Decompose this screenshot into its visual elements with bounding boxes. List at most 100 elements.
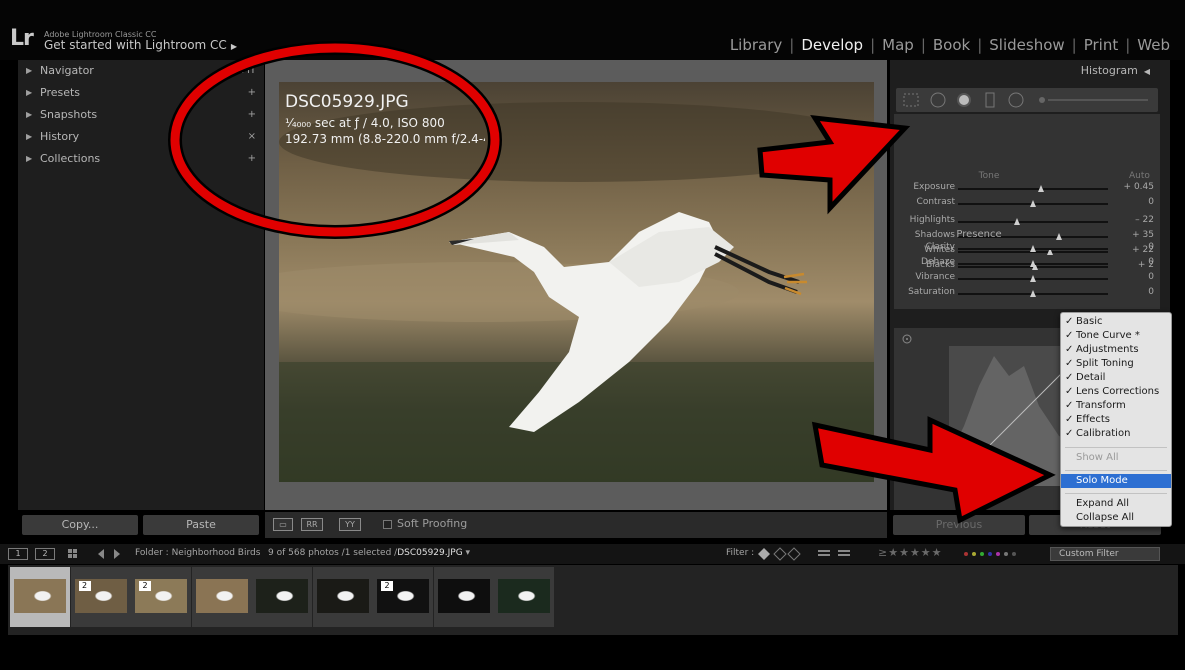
left-panel-snapshots[interactable]: ▶ Snapshots + xyxy=(18,104,264,126)
module-book[interactable]: Book xyxy=(926,36,977,54)
left-panel-presets[interactable]: ▶ Presets + xyxy=(18,82,264,104)
panel-action-icon[interactable]: + xyxy=(248,104,256,126)
panel-action-icon[interactable]: FIT xyxy=(241,60,256,82)
left-panel-collections[interactable]: ▶ Collections + xyxy=(18,148,264,170)
image-area: DSC05929.JPG ¹⁄₄₀₀₀ sec at ƒ / 4.0, ISO … xyxy=(265,60,887,510)
slider-clarity[interactable]: Clarity 0 xyxy=(894,242,1160,257)
color-label-filter[interactable] xyxy=(960,547,1040,561)
menu-item-expand-all[interactable]: Expand All xyxy=(1061,497,1171,511)
slider-thumb[interactable] xyxy=(1030,200,1036,207)
panel-action-icon[interactable]: + xyxy=(248,148,256,170)
filmstrip-thumbnail[interactable] xyxy=(191,567,252,627)
module-slideshow[interactable]: Slideshow xyxy=(982,36,1071,54)
stack-badge: 2 xyxy=(139,581,151,591)
panel-action-icon[interactable]: × xyxy=(248,126,256,148)
before-after-swap-icon[interactable]: YY xyxy=(339,518,361,531)
slider-track[interactable] xyxy=(958,185,1108,192)
slider-value[interactable]: 0 xyxy=(1116,197,1154,207)
slider-thumb[interactable] xyxy=(1030,260,1036,267)
checkmark-icon: ✓ xyxy=(1065,358,1074,369)
filmstrip-thumbnail[interactable]: 2 xyxy=(131,567,191,627)
slider-track[interactable] xyxy=(958,245,1108,252)
filter-flag-icons[interactable] xyxy=(756,547,886,561)
checkmark-icon: ✓ xyxy=(1065,372,1074,383)
info-overlay: DSC05929.JPG ¹⁄₄₀₀₀ sec at ƒ / 4.0, ISO … xyxy=(285,92,485,146)
filmstrip-thumbnail[interactable] xyxy=(312,567,373,627)
menu-item-lens-corrections[interactable]: ✓ Lens Corrections xyxy=(1061,385,1171,399)
slider-thumb[interactable] xyxy=(1030,275,1036,282)
slider-value[interactable]: + 35 xyxy=(1116,230,1154,240)
slider-exposure[interactable]: Exposure + 0.45 xyxy=(894,182,1160,197)
filmstrip-thumbnail[interactable]: 2 xyxy=(70,567,131,627)
graduated-filter-icon xyxy=(985,92,995,108)
panel-action-icon[interactable]: + xyxy=(248,82,256,104)
module-develop[interactable]: Develop xyxy=(794,36,870,54)
filmstrip-thumbnail[interactable] xyxy=(433,567,494,627)
slider-highlights[interactable]: Highlights – 22 xyxy=(894,215,1160,230)
filmstrip-thumbnail[interactable] xyxy=(494,567,554,627)
brush-size-track xyxy=(1048,99,1148,101)
module-library[interactable]: Library xyxy=(723,36,789,54)
target-adjust-icon[interactable] xyxy=(900,332,914,346)
slider-thumb[interactable] xyxy=(1037,185,1044,192)
thumbnail-image xyxy=(195,579,248,613)
slider-value[interactable]: 0 xyxy=(1116,287,1154,297)
photo-preview[interactable]: DSC05929.JPG ¹⁄₄₀₀₀ sec at ƒ / 4.0, ISO … xyxy=(279,82,874,482)
menu-item-collapse-all[interactable]: Collapse All xyxy=(1061,511,1171,525)
slider-track[interactable] xyxy=(958,200,1108,207)
slider-value[interactable]: + 0.45 xyxy=(1116,182,1154,192)
photo-count[interactable]: 9 of 568 photos /1 selected /DSC05929.JP… xyxy=(268,548,470,558)
menu-item-adjustments[interactable]: ✓ Adjustments xyxy=(1061,343,1171,357)
filmstrip-thumbnail[interactable] xyxy=(252,567,312,627)
loupe-view-icon[interactable]: ▭ xyxy=(273,518,293,531)
slider-vibrance[interactable]: Vibrance 0 xyxy=(894,272,1160,287)
slider-thumb[interactable] xyxy=(1013,218,1020,225)
slider-contrast[interactable]: Contrast 0 xyxy=(894,197,1160,212)
slider-value[interactable]: 0 xyxy=(1116,242,1154,252)
slider-value[interactable]: 0 xyxy=(1116,257,1154,267)
histogram-header[interactable]: Histogram ◀ xyxy=(890,60,1170,82)
slider-saturation[interactable]: Saturation 0 xyxy=(894,287,1160,302)
slider-track[interactable] xyxy=(958,218,1108,225)
module-web[interactable]: Web xyxy=(1130,36,1177,54)
panel-label: Navigator xyxy=(40,64,94,77)
left-panel-history[interactable]: ▶ History × xyxy=(18,126,264,148)
paste-button[interactable]: Paste xyxy=(143,515,259,535)
menu-item-solo-mode[interactable]: Solo Mode xyxy=(1061,474,1171,488)
slider-thumb[interactable] xyxy=(1030,290,1036,297)
slider-value[interactable]: 0 xyxy=(1116,272,1154,282)
menu-item-detail[interactable]: ✓ Detail xyxy=(1061,371,1171,385)
menu-item-tone-curve[interactable]: ✓ Tone Curve * xyxy=(1061,329,1171,343)
filmstrip-nav-icons[interactable] xyxy=(66,547,136,561)
slider-dehaze[interactable]: Dehaze 0 xyxy=(894,257,1160,272)
module-map[interactable]: Map xyxy=(875,36,921,54)
star-rating-filter[interactable]: ≥★★★★★ xyxy=(878,546,943,559)
slider-track[interactable] xyxy=(958,290,1108,297)
previous-button[interactable]: Previous xyxy=(893,515,1025,535)
custom-filter-select[interactable]: Custom Filter xyxy=(1050,547,1160,561)
folder-source[interactable]: Folder : Neighborhood Birds xyxy=(135,548,260,558)
left-panel-navigator[interactable]: ▶ Navigator FIT xyxy=(18,60,264,82)
copy-button[interactable]: Copy... xyxy=(22,515,138,535)
slider-thumb[interactable] xyxy=(1030,245,1036,252)
menu-item-basic[interactable]: ✓ Basic xyxy=(1061,315,1171,329)
filmstrip-thumbnail[interactable] xyxy=(10,567,70,627)
auto-tone-button[interactable]: Auto xyxy=(1129,171,1150,181)
second-window-button[interactable]: 2 xyxy=(35,548,55,560)
tool-strip-icons xyxy=(903,92,1148,108)
before-after-icon[interactable]: RR xyxy=(301,518,323,531)
module-print[interactable]: Print xyxy=(1077,36,1126,54)
filmstrip-thumbnail[interactable]: 2 xyxy=(373,567,433,627)
menu-item-split-toning[interactable]: ✓ Split Toning xyxy=(1061,357,1171,371)
main-window-button[interactable]: 1 xyxy=(8,548,28,560)
identity-plate[interactable]: Get started with Lightroom CC ▶ xyxy=(44,38,237,52)
soft-proofing-checkbox[interactable] xyxy=(383,520,392,529)
menu-item-transform[interactable]: ✓ Transform xyxy=(1061,399,1171,413)
menu-item-calibration[interactable]: ✓ Calibration xyxy=(1061,427,1171,441)
slider-value[interactable]: – 22 xyxy=(1116,215,1154,225)
slider-track[interactable] xyxy=(958,275,1108,282)
spot-removal-icon xyxy=(930,92,946,108)
slider-track[interactable] xyxy=(958,260,1108,267)
menu-item-effects[interactable]: ✓ Effects xyxy=(1061,413,1171,427)
histogram-label: Histogram xyxy=(1080,64,1138,77)
